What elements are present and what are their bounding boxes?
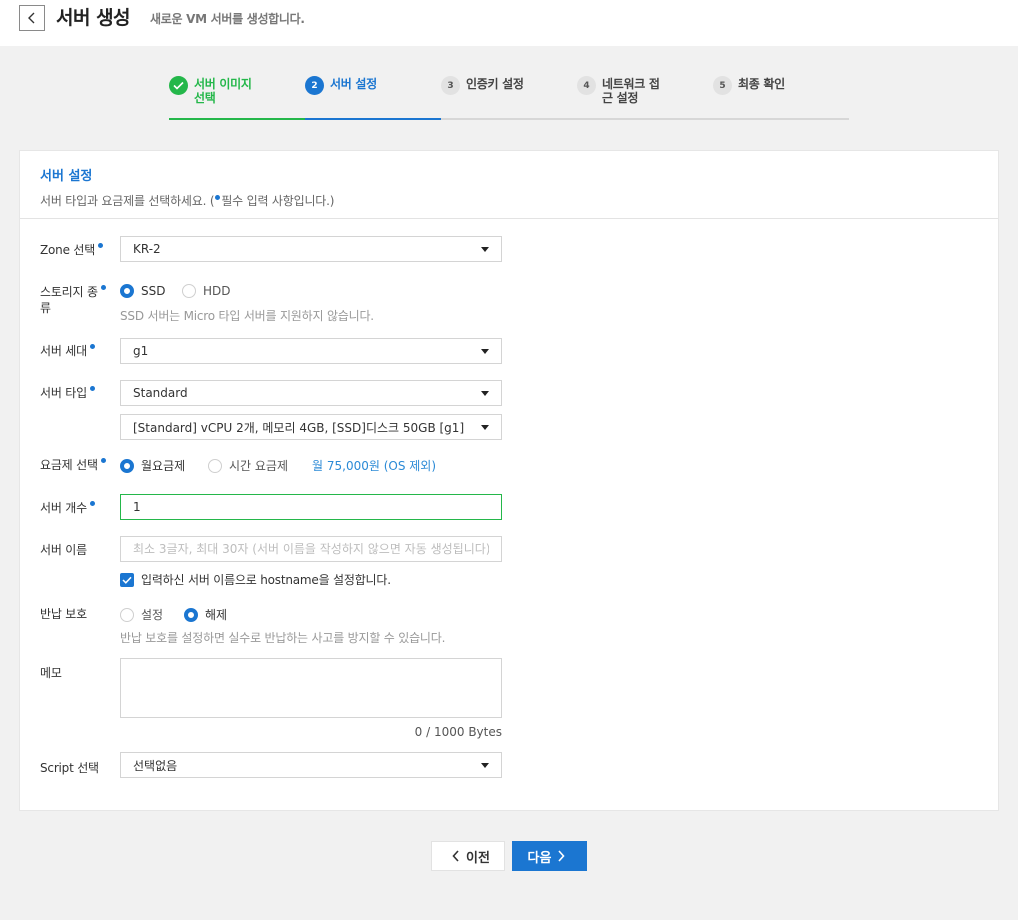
return-protection-label: 반납 보호 bbox=[40, 607, 87, 621]
required-dot-icon bbox=[98, 243, 104, 248]
zone-label: Zone 선택 bbox=[40, 242, 104, 258]
return-protection-on-radio[interactable]: 설정 bbox=[120, 606, 163, 623]
caret-down-icon bbox=[481, 349, 489, 354]
server-settings-card: 서버 설정 서버 타입과 요금제를 선택하세요. (필수 입력 사항입니다.) … bbox=[19, 150, 999, 811]
step-server-settings[interactable]: 2 서버 설정 bbox=[305, 74, 441, 120]
page-title: 서버 생성 bbox=[56, 7, 131, 29]
memo-textarea[interactable] bbox=[120, 658, 502, 718]
required-dot-icon bbox=[100, 458, 106, 463]
chevron-right-icon bbox=[558, 850, 566, 862]
plan-hourly-radio[interactable]: 시간 요금제 bbox=[208, 457, 288, 474]
step-auth-key[interactable]: 3 인증키 설정 bbox=[441, 74, 577, 120]
page-subtitle: 새로운 VM 서버를 생성합니다. bbox=[150, 12, 305, 26]
required-dot-icon bbox=[89, 386, 95, 391]
server-count-label: 서버 개수 bbox=[40, 500, 96, 516]
server-name-input[interactable] bbox=[120, 536, 502, 562]
wizard-stepper: 서버 이미지 선택 2 서버 설정 3 인증키 설정 4 네트워크 접근 설정 5… bbox=[169, 74, 849, 120]
chevron-left-icon bbox=[452, 850, 459, 862]
step-label: 인증키 설정 bbox=[466, 77, 524, 91]
step-number: 5 bbox=[713, 76, 732, 95]
server-name-label: 서버 이름 bbox=[40, 543, 87, 557]
server-spec-select[interactable]: [Standard] vCPU 2개, 메모리 4GB, [SSD]디스크 50… bbox=[120, 414, 502, 440]
step-number: 2 bbox=[305, 76, 324, 95]
plan-label: 요금제 선택 bbox=[40, 457, 107, 473]
card-header: 서버 설정 서버 타입과 요금제를 선택하세요. (필수 입력 사항입니다.) bbox=[20, 151, 998, 219]
checkbox-checked-icon bbox=[120, 572, 134, 587]
step-final-confirm[interactable]: 5 최종 확인 bbox=[713, 74, 849, 120]
generation-label: 서버 세대 bbox=[40, 343, 96, 359]
card-description: 서버 타입과 요금제를 선택하세요. (필수 입력 사항입니다.) bbox=[40, 194, 335, 208]
previous-button[interactable]: 이전 bbox=[431, 841, 505, 871]
next-button[interactable]: 다음 bbox=[512, 841, 587, 871]
caret-down-icon bbox=[481, 247, 489, 252]
generation-select[interactable]: g1 bbox=[120, 338, 502, 364]
return-protection-hint: 반납 보호를 설정하면 실수로 반납하는 사고를 방지할 수 있습니다. bbox=[120, 631, 446, 645]
check-icon bbox=[169, 76, 188, 95]
step-number: 4 bbox=[577, 76, 596, 95]
storage-hint: SSD 서버는 Micro 타입 서버를 지원하지 않습니다. bbox=[120, 309, 374, 323]
server-type-select[interactable]: Standard bbox=[120, 380, 502, 406]
caret-down-icon bbox=[481, 425, 489, 430]
step-label: 서버 설정 bbox=[330, 77, 377, 91]
step-label: 서버 이미지 선택 bbox=[194, 77, 252, 105]
server-count-input[interactable] bbox=[120, 494, 502, 520]
top-header: 서버 생성 새로운 VM 서버를 생성합니다. bbox=[0, 0, 1018, 46]
step-label: 네트워크 접근 설정 bbox=[602, 77, 660, 105]
memo-byte-count: 0 / 1000 Bytes bbox=[414, 725, 502, 739]
storage-ssd-radio[interactable]: SSD bbox=[120, 284, 165, 298]
plan-monthly-radio[interactable]: 월요금제 bbox=[120, 457, 185, 474]
zone-select[interactable]: KR-2 bbox=[120, 236, 502, 262]
hostname-checkbox[interactable]: 입력하신 서버 이름으로 hostname을 설정합니다. bbox=[120, 571, 391, 588]
storage-hdd-radio[interactable]: HDD bbox=[182, 284, 231, 298]
required-dot-icon bbox=[89, 501, 95, 506]
script-label: Script 선택 bbox=[40, 761, 99, 775]
card-title: 서버 설정 bbox=[40, 169, 93, 184]
chevron-left-icon bbox=[28, 12, 35, 24]
storage-type-label: 스토리지 종류 bbox=[40, 284, 107, 316]
step-number: 3 bbox=[441, 76, 460, 95]
back-button[interactable] bbox=[19, 5, 45, 31]
step-server-image[interactable]: 서버 이미지 선택 bbox=[169, 74, 305, 120]
step-label: 최종 확인 bbox=[738, 77, 785, 91]
caret-down-icon bbox=[481, 391, 489, 396]
required-dot-icon bbox=[100, 285, 106, 290]
required-dot-icon bbox=[215, 195, 221, 200]
return-protection-off-radio[interactable]: 해제 bbox=[184, 606, 227, 623]
script-select[interactable]: 선택없음 bbox=[120, 752, 502, 778]
caret-down-icon bbox=[481, 763, 489, 768]
server-type-label: 서버 타입 bbox=[40, 385, 96, 401]
memo-label: 메모 bbox=[40, 666, 62, 680]
required-dot-icon bbox=[89, 344, 95, 349]
step-network-access[interactable]: 4 네트워크 접근 설정 bbox=[577, 74, 713, 120]
plan-price-note: 월 75,000원 (OS 제외) bbox=[312, 459, 437, 473]
